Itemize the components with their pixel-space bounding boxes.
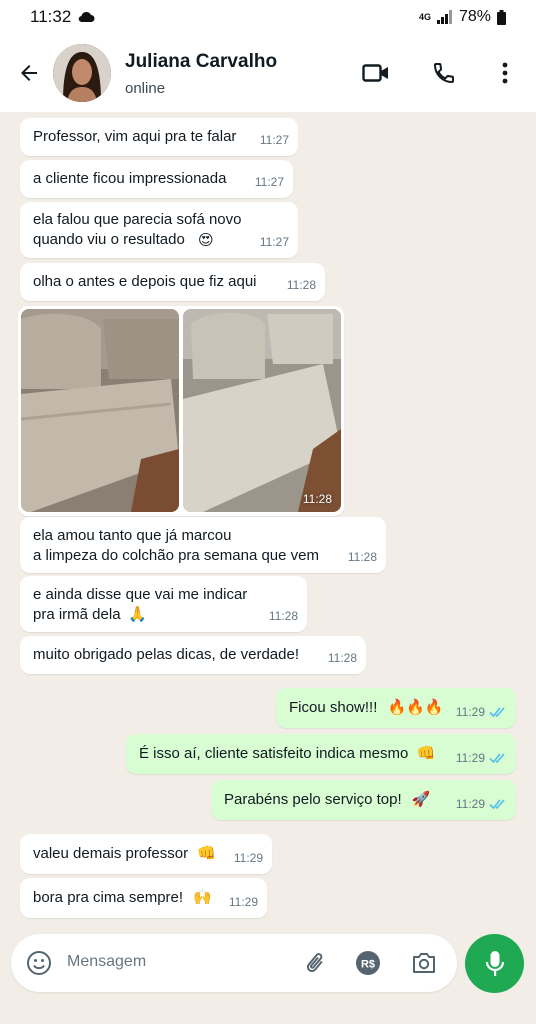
message-incoming[interactable]: ela falou que parecia sofá novo quando v… xyxy=(20,202,298,258)
camera-icon[interactable] xyxy=(410,949,438,977)
message-outgoing[interactable]: Parabéns pelo serviço top! 🚀 11:29 xyxy=(211,780,516,820)
photo-message[interactable]: 11:28 xyxy=(18,306,344,516)
message-text: bora pra cima sempre! xyxy=(33,889,184,906)
message-time: 11:27 xyxy=(259,133,289,147)
message-incoming[interactable]: bora pra cima sempre! 🙌 11:29 xyxy=(20,878,267,918)
message-text: Ficou show!!! xyxy=(289,699,378,716)
photo-before[interactable] xyxy=(21,309,179,512)
emoji-heart-eyes: 😍 xyxy=(198,231,214,249)
message-time: 11:28 xyxy=(268,609,298,623)
read-ticks-icon xyxy=(489,753,505,764)
message-outgoing[interactable]: Ficou show!!! 🔥🔥🔥 11:29 xyxy=(276,688,516,728)
more-vert-icon[interactable] xyxy=(490,58,520,88)
message-time: 11:28 xyxy=(347,550,377,564)
contact-name[interactable]: Juliana Carvalho xyxy=(125,51,277,73)
photo-after[interactable] xyxy=(183,309,341,512)
message-outgoing[interactable]: É isso aí, cliente satisfeito indica mes… xyxy=(126,734,516,774)
attach-icon[interactable] xyxy=(302,949,330,977)
message-input-bar[interactable]: Mensagem R$ xyxy=(11,934,457,992)
mic-button[interactable] xyxy=(465,934,524,993)
phone-icon[interactable] xyxy=(429,58,459,88)
message-incoming[interactable]: a cliente ficou impressionada 11:27 xyxy=(20,160,293,198)
read-ticks-icon xyxy=(489,799,505,810)
message-incoming[interactable]: Professor, vim aqui pra te falar 11:27 xyxy=(20,118,298,156)
message-incoming[interactable]: muito obrigado pelas dicas, de verdade! … xyxy=(20,636,366,674)
mic-icon xyxy=(485,950,504,976)
emoji-icon[interactable] xyxy=(25,949,53,977)
read-ticks-icon xyxy=(489,707,505,718)
message-text: muito obrigado pelas dicas, de verdade! xyxy=(33,646,300,663)
payment-icon[interactable]: R$ xyxy=(354,949,382,977)
status-time: 11:32 xyxy=(30,7,72,26)
message-text: olha o antes e depois que fiz aqui xyxy=(33,273,257,290)
message-text: valeu demais professor xyxy=(33,845,189,862)
message-time: 11:29 xyxy=(228,895,258,909)
emoji-fist: 👊 xyxy=(197,844,216,862)
video-call-icon[interactable] xyxy=(361,58,391,88)
signal-icon xyxy=(436,10,452,24)
emoji-raised-hands: 🙌 xyxy=(193,888,212,906)
message-input[interactable]: Mensagem xyxy=(67,953,146,971)
message-meta: 11:29 xyxy=(456,702,507,722)
status-bar: 11:32 4G 78% xyxy=(0,0,536,34)
message-incoming[interactable]: e ainda disse que vai me indicar pra irm… xyxy=(20,576,307,632)
cloud-icon xyxy=(79,11,95,23)
message-time: 11:27 xyxy=(259,235,289,249)
message-meta: 11:29 xyxy=(456,748,507,768)
back-arrow-icon[interactable] xyxy=(14,58,44,88)
emoji-pray: 🙏 xyxy=(128,605,147,623)
message-time: 11:29 xyxy=(233,851,263,865)
message-text: Professor, vim aqui pra te falar xyxy=(33,128,237,145)
chat-area[interactable]: Professor, vim aqui pra te falar 11:27 a… xyxy=(0,112,536,928)
message-time: 11:27 xyxy=(254,175,284,189)
emoji-rocket: 🚀 xyxy=(411,790,431,808)
battery-percent: 78% xyxy=(458,8,491,25)
message-time: 11:29 xyxy=(455,751,485,765)
emoji-fist: 👊 xyxy=(416,744,436,762)
message-incoming[interactable]: ela amou tanto que já marcou a limpeza d… xyxy=(20,517,386,573)
message-time: 11:28 xyxy=(286,278,316,292)
network-type: 4G xyxy=(418,11,431,22)
message-time: 11:29 xyxy=(455,797,485,811)
payment-label: R$ xyxy=(361,959,375,971)
message-incoming[interactable]: olha o antes e depois que fiz aqui 11:28 xyxy=(20,263,325,301)
message-text: ela amou tanto que já marcou a limpeza d… xyxy=(33,527,319,564)
message-time: 11:28 xyxy=(302,492,332,506)
battery-icon xyxy=(497,9,506,25)
message-time: 11:28 xyxy=(327,651,357,665)
contact-status: online xyxy=(125,80,166,97)
message-time: 11:29 xyxy=(455,705,485,719)
emoji-fire: 🔥🔥🔥 xyxy=(387,698,444,716)
message-incoming[interactable]: valeu demais professor 👊 11:29 xyxy=(20,834,272,874)
message-text: É isso aí, cliente satisfeito indica mes… xyxy=(139,745,409,762)
avatar[interactable] xyxy=(53,44,111,102)
message-text: a cliente ficou impressionada xyxy=(33,170,227,187)
message-meta: 11:29 xyxy=(456,794,507,814)
chat-header: Juliana Carvalho online xyxy=(0,34,536,112)
message-text: Parabéns pelo serviço top! xyxy=(224,791,402,808)
